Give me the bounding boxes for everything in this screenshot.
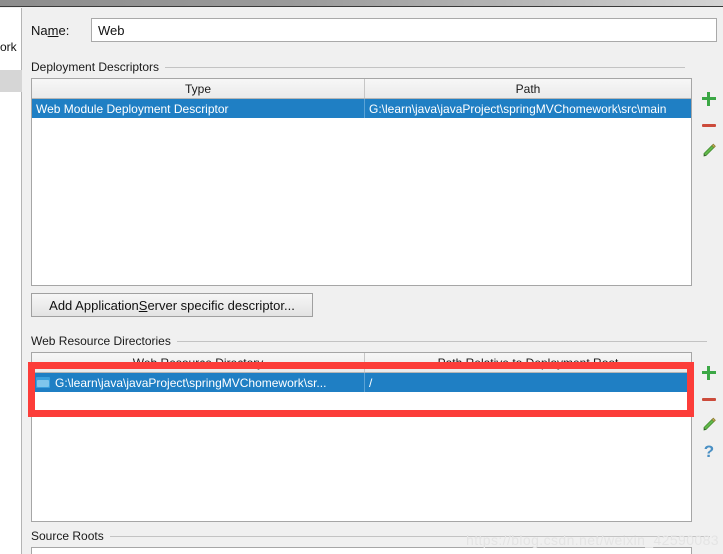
cell-path-relative: /: [364, 373, 691, 392]
help-icon: ?: [703, 441, 715, 461]
table-row[interactable]: G:\learn\java\javaProject\springMVChomew…: [32, 373, 691, 392]
remove-icon: [702, 397, 716, 401]
remove-web-resource-button[interactable]: [696, 386, 722, 412]
add-web-resource-button[interactable]: [696, 360, 722, 386]
add-application-server-descriptor-button[interactable]: Add Application Server specific descript…: [31, 293, 313, 317]
window-title-bar: [0, 0, 723, 7]
source-roots-label: Source Roots: [31, 529, 104, 543]
button-label-mnemonic: S: [138, 297, 148, 313]
cell-type: Web Module Deployment Descriptor: [36, 101, 229, 116]
deployment-descriptors-table[interactable]: Type Path Web Module Deployment Descript…: [31, 78, 692, 286]
web-resource-directories-table[interactable]: Web Resource Directory Path Relative to …: [31, 352, 692, 522]
deployment-descriptors-label: Deployment Descriptors: [31, 60, 160, 74]
remove-icon: [702, 123, 716, 127]
sidebar-item-label: ork: [0, 40, 17, 54]
name-label-mnemonic: m: [47, 23, 59, 38]
watermark-text: https://blog.csdn.net/weixin_42590083: [466, 532, 719, 548]
help-button[interactable]: ?: [696, 438, 722, 464]
sidebar-selected-item[interactable]: [0, 70, 22, 92]
cell-web-resource-directory-text: G:\learn\java\javaProject\springMVChomew…: [55, 375, 327, 390]
table-row[interactable]: Web Module Deployment Descriptor G:\lear…: [32, 99, 691, 118]
add-icon: [702, 366, 716, 380]
edit-pencil-icon: [703, 143, 716, 157]
column-header-path-relative[interactable]: Path Relative to Deployment Root: [364, 353, 691, 372]
name-label: Name:: [31, 23, 69, 38]
source-roots-table[interactable]: [31, 547, 692, 554]
column-header-path[interactable]: Path: [364, 79, 691, 98]
cell-path: G:\learn\java\javaProject\springMVChomew…: [364, 99, 691, 118]
name-row: Name:: [31, 18, 717, 44]
button-label-prefix: Add Application: [49, 297, 139, 313]
group-divider: [165, 66, 686, 68]
settings-sidebar[interactable]: ork: [0, 8, 22, 554]
application-window: ork Name: Deployment Descriptors Type Pa…: [0, 0, 723, 554]
cell-web-resource-directory: G:\learn\java\javaProject\springMVChomew…: [32, 373, 364, 392]
add-icon: [702, 92, 716, 106]
edit-pencil-icon: [703, 417, 716, 431]
column-header-web-resource-directory[interactable]: Web Resource Directory: [32, 353, 364, 372]
deployment-descriptors-header: Type Path: [32, 79, 691, 99]
edit-descriptor-button[interactable]: [696, 138, 722, 164]
group-divider: [176, 340, 707, 342]
deployment-descriptors-group-title: Deployment Descriptors: [31, 60, 717, 74]
column-header-type[interactable]: Type: [32, 79, 364, 98]
deployment-descriptors-toolbar: [695, 86, 723, 164]
button-label-suffix: erver specific descriptor...: [147, 297, 295, 313]
web-facet-panel: Name: Deployment Descriptors Type Path W…: [23, 8, 723, 554]
edit-web-resource-button[interactable]: [696, 412, 722, 438]
web-resource-directories-header: Web Resource Directory Path Relative to …: [32, 353, 691, 373]
add-descriptor-button[interactable]: [696, 86, 722, 112]
name-label-prefix: Na: [31, 23, 48, 38]
remove-descriptor-button[interactable]: [696, 112, 722, 138]
web-resource-directories-toolbar: ?: [695, 360, 723, 464]
name-label-suffix: e:: [58, 23, 70, 38]
name-input[interactable]: [91, 18, 717, 42]
web-resource-directories-group-title: Web Resource Directories: [31, 334, 717, 348]
web-resource-directories-label: Web Resource Directories: [31, 334, 171, 348]
folder-icon: [36, 377, 50, 388]
